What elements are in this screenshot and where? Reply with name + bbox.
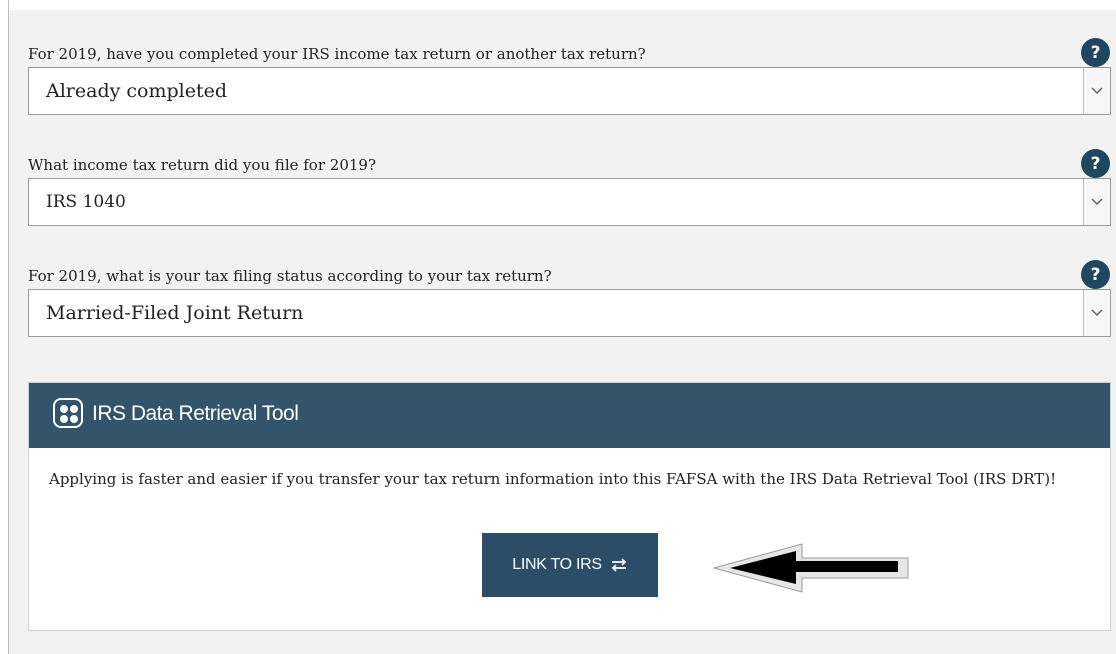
question-label: For 2019, what is your tax filing status… xyxy=(28,267,552,285)
help-icon[interactable]: ? xyxy=(1081,149,1110,178)
question-label: What income tax return did you file for … xyxy=(28,156,376,174)
drt-logo-icon xyxy=(53,398,83,428)
drt-header: IRS Data Retrieval Tool xyxy=(29,383,1110,448)
chevron-down-icon[interactable] xyxy=(1083,179,1110,225)
tax-return-type-select[interactable]: IRS 1040 xyxy=(28,178,1111,226)
question-label: For 2019, have you completed your IRS in… xyxy=(28,45,646,63)
drt-description: Applying is faster and easier if you tra… xyxy=(49,470,1057,488)
select-value: Married-Filed Joint Return xyxy=(46,302,304,324)
help-icon[interactable]: ? xyxy=(1081,260,1110,289)
link-to-irs-label: LINK TO IRS xyxy=(512,556,602,573)
select-value: IRS 1040 xyxy=(46,192,126,212)
select-value: Already completed xyxy=(46,80,228,102)
transfer-arrows-icon xyxy=(611,558,627,572)
chevron-down-icon[interactable] xyxy=(1083,290,1110,336)
help-icon[interactable]: ? xyxy=(1081,38,1110,67)
tax-return-status-select[interactable]: Already completed xyxy=(28,67,1111,115)
filing-status-select[interactable]: Married-Filed Joint Return xyxy=(28,289,1111,337)
chevron-down-icon[interactable] xyxy=(1083,68,1110,114)
annotation-arrow-icon xyxy=(712,543,909,593)
irs-drt-box: IRS Data Retrieval Tool Applying is fast… xyxy=(28,382,1111,631)
drt-title: IRS Data Retrieval Tool xyxy=(92,402,299,425)
link-to-irs-button[interactable]: LINK TO IRS xyxy=(482,533,658,597)
